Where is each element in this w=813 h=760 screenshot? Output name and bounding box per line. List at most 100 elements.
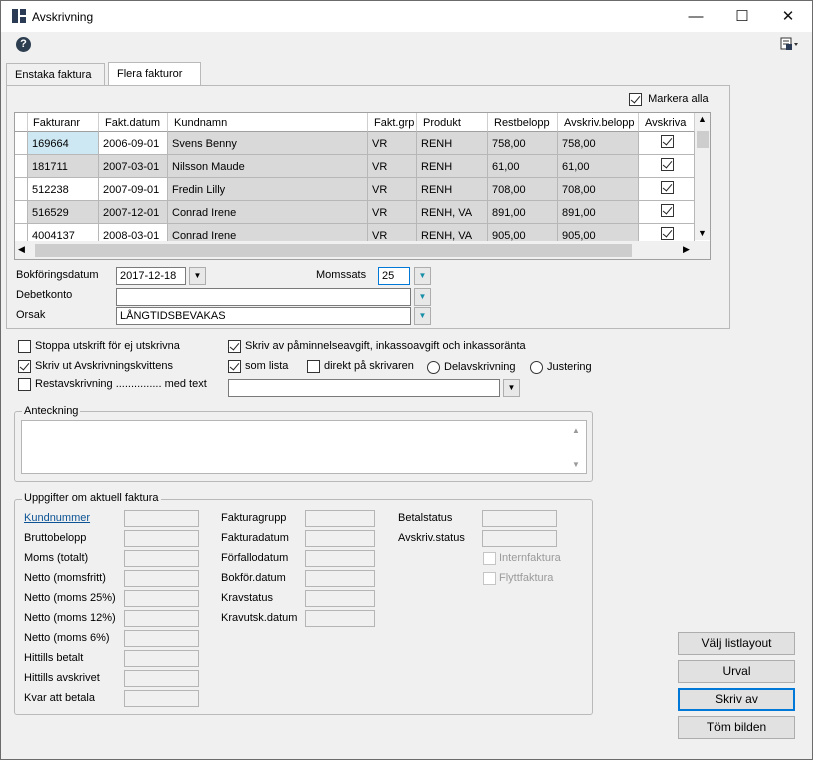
avskriva-checkbox[interactable] <box>661 204 674 217</box>
cell-avskriv[interactable]: 891,00 <box>558 201 639 224</box>
scroll-right-icon[interactable]: ▶ <box>683 244 690 255</box>
grid-corner <box>15 113 28 132</box>
cell-fakturanr[interactable]: 516529 <box>28 201 99 224</box>
row-header[interactable] <box>15 155 28 178</box>
cell-avskriva[interactable] <box>639 201 695 224</box>
uppgift-value <box>124 690 199 707</box>
col-header-avskriva[interactable]: Avskriva <box>639 113 695 132</box>
mark-all-checkbox[interactable]: Markera alla <box>629 93 709 106</box>
col-header-fakturanr[interactable]: Fakturanr <box>28 113 99 132</box>
cell-grp[interactable]: VR <box>368 178 417 201</box>
delavskrivning-label: Delavskrivning <box>444 361 516 374</box>
tab-enstaka-faktura[interactable]: Enstaka faktura <box>6 63 105 85</box>
uppgift-label: Moms (totalt) <box>24 552 89 564</box>
row-header[interactable] <box>15 178 28 201</box>
uppgift-label[interactable]: Kundnummer <box>24 512 90 524</box>
orsak-dropdown[interactable]: ▼ <box>414 307 431 325</box>
avskriva-checkbox[interactable] <box>661 135 674 148</box>
cell-avskriv[interactable]: 61,00 <box>558 155 639 178</box>
avskriva-checkbox[interactable] <box>661 227 674 240</box>
skriv-av-paminn-checkbox[interactable]: Skriv av påminnelseavgift, inkassoavgift… <box>228 340 526 353</box>
scroll-up-icon[interactable]: ▲ <box>698 114 707 124</box>
maximize-button[interactable]: ☐ <box>719 1 765 32</box>
text-select-input[interactable] <box>228 379 500 397</box>
cell-avskriva[interactable] <box>639 132 695 155</box>
report-menu-icon[interactable] <box>780 36 800 52</box>
col-header-avskrivbelopp[interactable]: Avskriv.belopp <box>558 113 639 132</box>
title-bar[interactable]: Avskrivning — ☐ ✕ <box>1 1 812 32</box>
uppgift-label: Fakturadatum <box>221 532 289 544</box>
skriv-kvittens-checkbox[interactable]: Skriv ut Avskrivningskvittens <box>18 360 173 373</box>
tom-bilden-button[interactable]: Töm bilden <box>678 716 795 739</box>
grid-horizontal-scrollbar[interactable]: ◀ ▶ <box>15 241 710 259</box>
direkt-checkbox[interactable]: direkt på skrivaren <box>307 360 414 373</box>
close-button[interactable]: ✕ <box>765 1 811 32</box>
cell-produkt[interactable]: RENH, VA <box>417 201 488 224</box>
col-header-faktdatum[interactable]: Fakt.datum <box>99 113 168 132</box>
debetkonto-dropdown[interactable]: ▼ <box>414 288 431 306</box>
cell-rest[interactable]: 708,00 <box>488 178 558 201</box>
cell-rest[interactable]: 891,00 <box>488 201 558 224</box>
cell-avskriva[interactable] <box>639 155 695 178</box>
cell-produkt[interactable]: RENH <box>417 155 488 178</box>
orsak-input[interactable]: LÅNGTIDSBEVAKAS <box>116 307 411 325</box>
cell-produkt[interactable]: RENH <box>417 178 488 201</box>
cell-kund[interactable]: Conrad Irene <box>168 201 368 224</box>
momssats-input[interactable]: 25 <box>378 267 410 285</box>
cell-datum[interactable]: 2007-12-01 <box>99 201 168 224</box>
uppgift-value <box>124 650 199 667</box>
cell-rest[interactable]: 758,00 <box>488 132 558 155</box>
cell-rest[interactable]: 61,00 <box>488 155 558 178</box>
col-header-restbelopp[interactable]: Restbelopp <box>488 113 558 132</box>
momssats-dropdown[interactable]: ▼ <box>414 267 431 285</box>
scroll-down-icon[interactable]: ▼ <box>698 228 707 238</box>
hscroll-thumb[interactable] <box>35 244 632 257</box>
internfaktura-label: Internfaktura <box>499 552 561 565</box>
help-icon[interactable]: ? <box>16 37 31 52</box>
cell-datum[interactable]: 2006-09-01 <box>99 132 168 155</box>
cell-kund[interactable]: Fredin Lilly <box>168 178 368 201</box>
debetkonto-input[interactable] <box>116 288 411 306</box>
cell-kund[interactable]: Svens Benny <box>168 132 368 155</box>
avskriva-checkbox[interactable] <box>661 181 674 194</box>
invoice-grid[interactable]: Fakturanr Fakt.datum Kundnamn Fakt.grp P… <box>14 112 711 260</box>
cell-kund[interactable]: Nilsson Maude <box>168 155 368 178</box>
col-header-produkt[interactable]: Produkt <box>417 113 488 132</box>
cell-fakturanr[interactable]: 169664 <box>28 132 99 155</box>
col-header-faktgrp[interactable]: Fakt.grp <box>368 113 417 132</box>
cell-avskriva[interactable] <box>639 178 695 201</box>
cell-grp[interactable]: VR <box>368 201 417 224</box>
valj-listlayout-button[interactable]: Välj listlayout <box>678 632 795 655</box>
cell-fakturanr[interactable]: 181711 <box>28 155 99 178</box>
delavskrivning-radio[interactable]: Delavskrivning <box>427 361 516 374</box>
text-select-dropdown[interactable]: ▼ <box>503 379 520 397</box>
stoppa-checkbox[interactable]: Stoppa utskrift för ej utskrivna <box>18 340 180 353</box>
minimize-button[interactable]: — <box>673 1 719 32</box>
textarea-scroll-down-icon[interactable]: ▼ <box>572 460 580 469</box>
som-lista-checkbox[interactable]: som lista <box>228 360 288 373</box>
cell-avskriv[interactable]: 758,00 <box>558 132 639 155</box>
date-picker-button[interactable]: ▼ <box>189 267 206 285</box>
cell-datum[interactable]: 2007-03-01 <box>99 155 168 178</box>
skriv-av-button[interactable]: Skriv av <box>678 688 795 711</box>
bokforingsdatum-input[interactable]: 2017-12-18 <box>116 267 186 285</box>
cell-grp[interactable]: VR <box>368 132 417 155</box>
cell-avskriv[interactable]: 708,00 <box>558 178 639 201</box>
cell-fakturanr[interactable]: 512238 <box>28 178 99 201</box>
grid-vertical-scrollbar[interactable]: ▲ ▼ <box>695 113 710 240</box>
cell-produkt[interactable]: RENH <box>417 132 488 155</box>
textarea-scroll-up-icon[interactable]: ▲ <box>572 426 580 435</box>
scroll-left-icon[interactable]: ◀ <box>18 244 25 255</box>
row-header[interactable] <box>15 201 28 224</box>
restavskrivning-checkbox[interactable]: Restavskrivning ............... med text <box>18 378 207 391</box>
urval-button[interactable]: Urval <box>678 660 795 683</box>
tab-flera-fakturor[interactable]: Flera fakturor <box>108 62 201 86</box>
cell-datum[interactable]: 2007-09-01 <box>99 178 168 201</box>
cell-grp[interactable]: VR <box>368 155 417 178</box>
avskriva-checkbox[interactable] <box>661 158 674 171</box>
scroll-thumb[interactable] <box>697 131 709 148</box>
justering-radio[interactable]: Justering <box>530 361 592 374</box>
anteckning-textarea[interactable] <box>21 420 587 474</box>
row-header[interactable] <box>15 132 28 155</box>
col-header-kundnamn[interactable]: Kundnamn <box>168 113 368 132</box>
